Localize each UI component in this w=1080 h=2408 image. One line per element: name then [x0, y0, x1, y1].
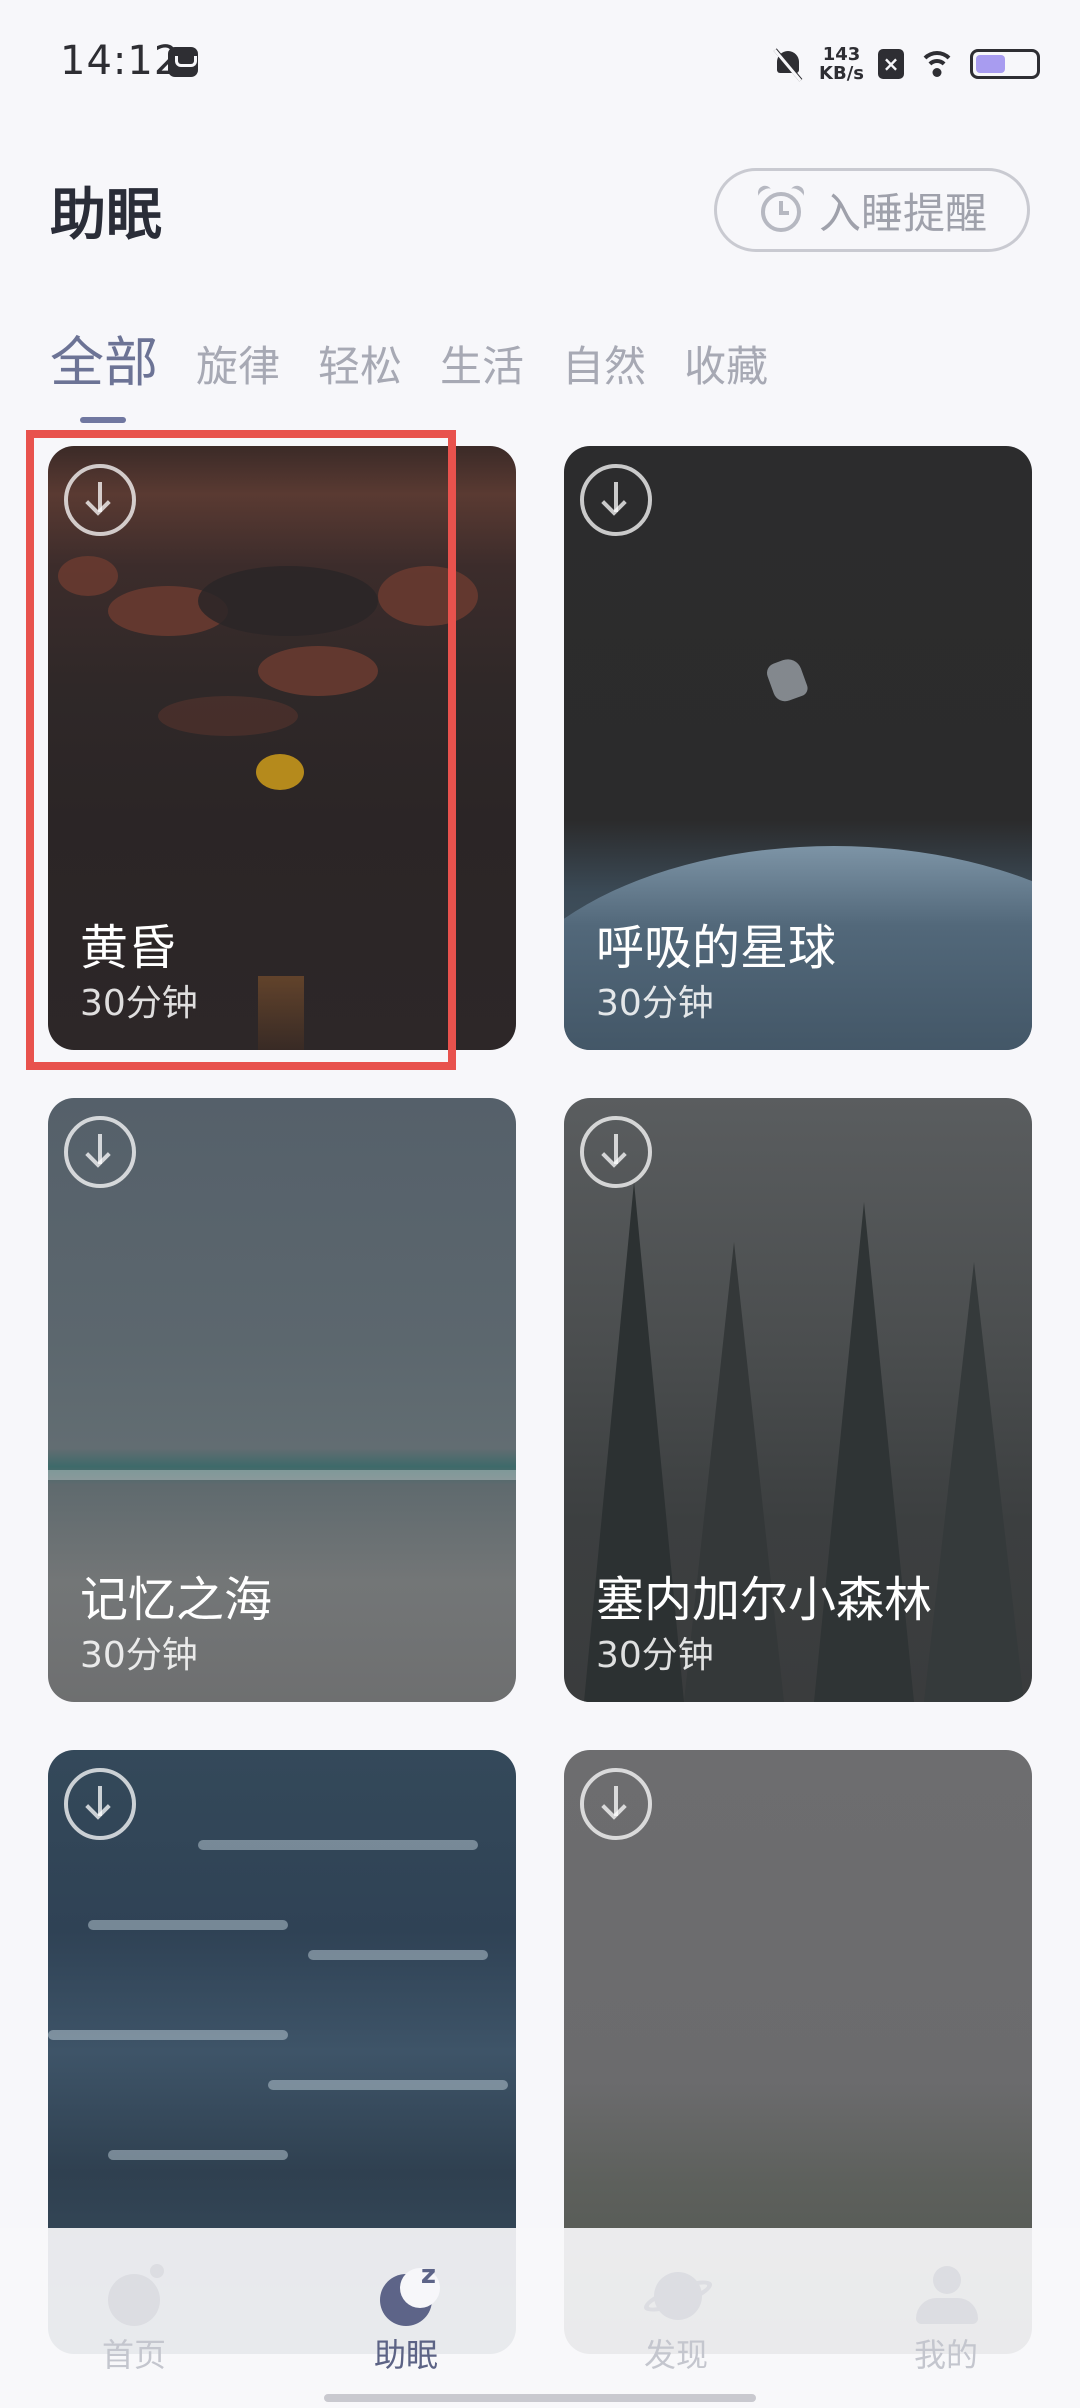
status-icons: 143 KB/s × [771, 40, 1040, 88]
sim-off-icon: × [878, 49, 904, 79]
card-duration: 30分钟 [80, 1635, 198, 1676]
card-title: 呼吸的星球 [596, 920, 837, 976]
nav-item-sleep[interactable]: z 助眠 [336, 2260, 476, 2376]
bottom-nav: 首页 z 助眠 发现 我的 [0, 2228, 1080, 2408]
page-title: 助眠 [50, 183, 162, 248]
nav-label: 首页 [101, 2336, 166, 2374]
card-duration: 30分钟 [80, 983, 198, 1024]
sleep-moon-icon: z [376, 2260, 440, 2326]
tab-favorites[interactable]: 收藏 [684, 333, 768, 394]
sound-card-senegal-forest[interactable]: 塞内加尔小森林 30分钟 [564, 1098, 1032, 1702]
wave-line [48, 1470, 516, 1480]
sunset-sun [256, 754, 304, 790]
card-title: 塞内加尔小森林 [596, 1572, 933, 1628]
download-icon[interactable] [580, 1768, 652, 1840]
nav-item-me[interactable]: 我的 [876, 2264, 1016, 2376]
astronaut-figure [764, 655, 810, 705]
tab-label: 全部 [50, 331, 158, 394]
planet-icon [640, 2264, 716, 2324]
download-icon[interactable] [64, 1116, 136, 1188]
nav-label: 发现 [643, 2336, 708, 2374]
tab-relax[interactable]: 轻松 [318, 333, 402, 394]
bell-off-icon [771, 47, 805, 82]
tab-life[interactable]: 生活 [440, 333, 524, 394]
sound-card-dusk[interactable]: 黄昏 30分钟 [48, 446, 516, 1050]
battery-icon [970, 49, 1040, 79]
active-tab-indicator [80, 417, 126, 423]
message-notification-icon [168, 47, 198, 77]
card-duration: 30分钟 [596, 983, 714, 1024]
network-speed: 143 KB/s [819, 45, 864, 83]
nav-label: 助眠 [373, 2336, 438, 2374]
home-indicator-bar [324, 2394, 756, 2402]
tab-all[interactable]: 全部 [50, 318, 158, 423]
download-icon[interactable] [64, 464, 136, 536]
sound-card-breathing-planet[interactable]: 呼吸的星球 30分钟 [564, 446, 1032, 1050]
sleep-reminder-button[interactable]: 入睡提醒 [714, 168, 1030, 252]
user-icon [916, 2264, 978, 2324]
card-duration: 30分钟 [596, 1635, 714, 1676]
nav-item-home[interactable]: 首页 [64, 2264, 204, 2376]
wifi-icon [918, 49, 956, 79]
sleep-reminder-label: 入睡提醒 [818, 188, 987, 238]
card-title: 黄昏 [80, 920, 177, 976]
nav-item-discover[interactable]: 发现 [606, 2264, 746, 2376]
download-icon[interactable] [580, 464, 652, 536]
moon-star-icon [104, 2264, 164, 2326]
network-speed-value: 143 [822, 44, 861, 65]
tab-melody[interactable]: 旋律 [196, 333, 280, 394]
sound-card-sea-of-memory[interactable]: 记忆之海 30分钟 [48, 1098, 516, 1702]
download-icon[interactable] [64, 1768, 136, 1840]
status-time: 14:12 [60, 38, 181, 84]
nav-label: 我的 [913, 2336, 978, 2374]
download-icon[interactable] [580, 1116, 652, 1188]
alarm-clock-icon [755, 183, 807, 234]
tab-nature[interactable]: 自然 [562, 333, 646, 394]
category-tabs: 全部 旋律 轻松 生活 自然 收藏 [50, 318, 768, 423]
network-speed-unit: KB/s [819, 63, 864, 84]
card-title: 记忆之海 [80, 1572, 273, 1628]
status-bar: 14:12 143 KB/s × [0, 0, 1080, 120]
sun-reflection [258, 976, 304, 1050]
